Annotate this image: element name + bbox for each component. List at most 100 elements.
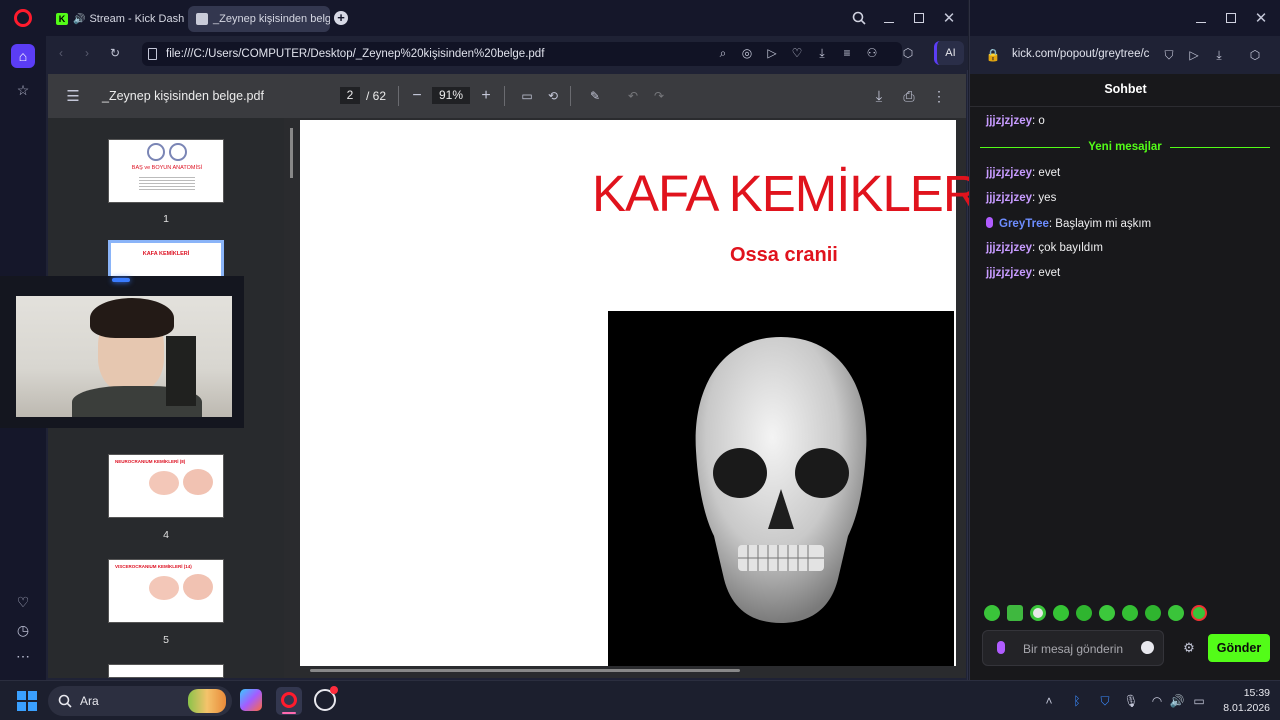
emote-icon[interactable]	[1007, 605, 1023, 621]
forward-icon[interactable]: ›	[78, 44, 96, 62]
undo-icon[interactable]: ↶	[624, 87, 642, 105]
chat-message[interactable]: jjjzjzjzey: çok bayıldım	[986, 242, 1103, 254]
webcam-overlay[interactable]	[0, 276, 244, 428]
security-shield-icon[interactable]: ⛉	[1096, 692, 1114, 710]
redo-icon[interactable]: ↷	[650, 87, 668, 105]
maximize-icon[interactable]	[910, 9, 928, 27]
camera-icon[interactable]: ◎	[738, 44, 756, 62]
chat-message[interactable]: jjjzjzjzey: evet	[986, 167, 1060, 179]
horizontal-scrollbar[interactable]	[292, 666, 962, 676]
chevron-up-icon[interactable]: ˄	[1040, 692, 1058, 710]
send-icon[interactable]: ▷	[1185, 46, 1203, 64]
lens-icon[interactable]: ⌕	[714, 44, 732, 62]
minimize-icon[interactable]	[1192, 9, 1210, 27]
emote-icon[interactable]	[1191, 605, 1207, 621]
emote-icon[interactable]	[1030, 605, 1046, 621]
chat-message[interactable]: jjjzjzjzey: yes	[986, 192, 1056, 204]
reload-icon[interactable]: ↻	[106, 44, 124, 62]
maximize-icon[interactable]	[1222, 9, 1240, 27]
pinboard-icon[interactable]: ☆	[11, 78, 35, 102]
tab-pdf-document[interactable]: _Zeynep kişisinden belge.	[188, 6, 330, 32]
send-button[interactable]: Gönder	[1208, 634, 1270, 662]
chat-username[interactable]: jjjzjzjzey	[986, 267, 1032, 279]
account-icon[interactable]: ⚇	[863, 44, 881, 62]
speaker-icon[interactable]: 🔊	[73, 14, 85, 25]
fit-page-icon[interactable]: ▭	[518, 87, 536, 105]
page-thumbnail[interactable]	[108, 664, 224, 678]
chat-message[interactable]: GreyTree: Başlayim mi aşkım	[986, 217, 1151, 230]
minimize-icon[interactable]	[880, 9, 898, 27]
zoom-in-icon[interactable]: +	[477, 87, 495, 105]
taskbar-search-box[interactable]: Ara	[48, 686, 232, 716]
more-icon[interactable]: ⋯	[11, 644, 35, 668]
chat-username[interactable]: jjjzjzjzey	[986, 167, 1032, 179]
search-icon[interactable]	[850, 9, 868, 27]
send-icon[interactable]: ▷	[763, 44, 781, 62]
heart-icon[interactable]: ♡	[788, 44, 806, 62]
windows-start-icon[interactable]	[17, 691, 37, 711]
chat-message[interactable]: jjjzjzjzey: o	[986, 115, 1045, 127]
draw-icon[interactable]: ✎	[586, 87, 604, 105]
chat-username[interactable]: jjjzjzjzey	[986, 242, 1032, 254]
close-icon[interactable]: ✕	[940, 9, 958, 27]
download-icon[interactable]: ⤓	[870, 87, 888, 105]
emote-icon[interactable]	[1099, 605, 1115, 621]
page-thumbnail[interactable]: VISCEROCRANIUM KEMİKLERİ (14)	[108, 559, 224, 623]
extensions-icon[interactable]: ⬡	[899, 44, 917, 62]
emote-icon[interactable]	[1053, 605, 1069, 621]
clock[interactable]: 15:39 8.01.2026	[1212, 686, 1270, 716]
chat-username[interactable]: GreyTree	[999, 218, 1049, 230]
extensions-icon[interactable]: ⬡	[1246, 46, 1264, 64]
volume-icon[interactable]: 🔊	[1168, 692, 1186, 710]
chat-url-text[interactable]: kick.com/popout/greytree/c	[1012, 48, 1152, 60]
heart-icon[interactable]: ♡	[11, 590, 35, 614]
zoom-input[interactable]: 91%	[432, 87, 470, 104]
chat-message[interactable]: jjjzjzjzey: evet	[986, 267, 1060, 279]
bluetooth-icon[interactable]: ᛒ	[1068, 692, 1086, 710]
emote-icon[interactable]	[1122, 605, 1138, 621]
rotate-icon[interactable]: ⟲	[544, 87, 562, 105]
home-icon[interactable]: ⌂	[11, 44, 35, 68]
tab-kick-dashboard[interactable]: K 🔊 Stream - Kick Dashboa	[48, 6, 184, 32]
shield-icon[interactable]: ⛉	[1160, 46, 1178, 64]
page-thumbnail[interactable]: NEUROCRANIUM KEMİKLERİ (8)	[108, 454, 224, 518]
close-icon[interactable]: ✕	[1252, 9, 1270, 27]
battery-icon[interactable]: ▭	[1190, 692, 1208, 710]
page-thumbnail-selected[interactable]: KAFA KEMİKLERİ	[108, 240, 224, 278]
print-icon[interactable]: ⎙	[900, 87, 918, 105]
brain-illustration	[183, 469, 213, 495]
emote-icon[interactable]	[984, 605, 1000, 621]
copilot-app-icon[interactable]	[240, 689, 262, 711]
chat-username[interactable]: jjjzjzjzey	[986, 115, 1032, 127]
opera-app-icon[interactable]	[276, 687, 302, 715]
chat-username[interactable]: jjjzjzjzey	[986, 192, 1032, 204]
menu-icon[interactable]: ☰	[64, 87, 82, 105]
chat-input-box[interactable]: Bir mesaj gönderin	[982, 630, 1164, 666]
zoom-out-icon[interactable]: −	[408, 87, 426, 105]
new-messages-divider: Yeni mesajlar	[980, 141, 1270, 155]
microphone-icon[interactable]	[997, 641, 1005, 654]
wifi-icon[interactable]: ◠	[1148, 692, 1166, 710]
emoji-icon[interactable]	[1141, 641, 1154, 654]
back-icon[interactable]: ‹	[52, 44, 70, 62]
opera-logo-icon[interactable]	[14, 9, 32, 27]
page-number-input[interactable]: 2	[340, 87, 360, 104]
emote-icon[interactable]	[1168, 605, 1184, 621]
slide-title: KAFA KEMİKLER	[592, 165, 980, 222]
new-tab-button[interactable]: +	[334, 11, 348, 25]
download-icon[interactable]: ⤓	[1210, 46, 1228, 64]
emote-icon[interactable]	[1145, 605, 1161, 621]
address-bar-row: ‹ › ↻ file:///C:/Users/COMPUTER/Desktop/…	[46, 36, 968, 70]
vertical-scrollbar[interactable]	[286, 120, 296, 666]
taskbar: Ara ˄ ᛒ ⛉ 🎙 ◠ 🔊 ▭ 15:39 8.01.2026	[0, 680, 1280, 720]
easy-setup-icon[interactable]: ≡	[838, 44, 856, 62]
obs-app-icon[interactable]	[314, 686, 338, 711]
microphone-icon[interactable]: 🎙	[1122, 692, 1140, 710]
history-icon[interactable]: ◷	[11, 618, 35, 642]
settings-gear-icon[interactable]: ⚙	[1180, 639, 1198, 657]
download-icon[interactable]: ⤓	[813, 44, 831, 62]
ai-button[interactable]: AI	[934, 41, 964, 65]
more-options-icon[interactable]: ⋮	[930, 87, 948, 105]
emote-icon[interactable]	[1076, 605, 1092, 621]
page-thumbnail[interactable]: BAŞ ve BOYUN ANATOMİSİ	[108, 139, 224, 203]
